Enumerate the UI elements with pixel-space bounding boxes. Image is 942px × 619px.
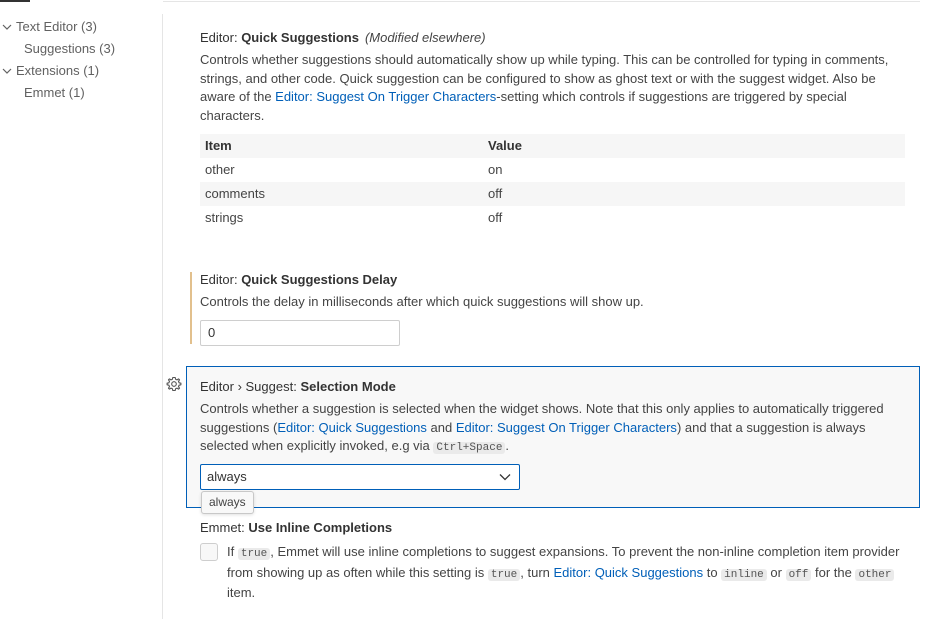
setting-description: If true, Emmet will use inline completio… <box>227 543 907 603</box>
setting-key: Quick Suggestions <box>241 30 359 45</box>
modified-elsewhere-indicator[interactable]: (Modified elsewhere) <box>365 30 486 45</box>
table-row[interactable]: other on <box>200 158 905 182</box>
table-header-item: Item <box>205 138 232 153</box>
setting-title: Editor: Quick Suggestions Delay <box>200 272 397 287</box>
inline-code: true <box>487 568 521 581</box>
inline-code: true <box>237 548 271 560</box>
table-cell-value: off <box>488 186 503 201</box>
toc-item-emmet[interactable]: Emmet (1) <box>24 83 154 103</box>
toc-item-text-editor[interactable]: Text Editor (3) <box>0 17 150 37</box>
quick-suggestions-table: Item Value other on comments off strings… <box>200 134 905 230</box>
link-quick-suggestions[interactable]: Editor: Quick Suggestions <box>277 420 427 435</box>
setting-title: Emmet: Use Inline Completions <box>200 520 392 535</box>
setting-key: Use Inline Completions <box>248 520 393 535</box>
setting-quick-suggestions: Editor: Quick Suggestions (Modified elsew… <box>186 20 920 250</box>
table-cell-value: off <box>488 210 503 225</box>
desc-text: to <box>703 564 722 580</box>
toc-divider <box>162 14 163 619</box>
desc-text: , turn <box>520 564 554 580</box>
use-inline-completions-checkbox[interactable] <box>200 543 218 561</box>
keybinding-code: Ctrl+Space <box>433 442 506 454</box>
selection-mode-dropdown[interactable]: always <box>200 464 520 490</box>
setting-description: Controls whether suggestions should auto… <box>200 51 900 125</box>
table-cell-item: other <box>205 162 235 177</box>
link-suggest-on-trigger-characters[interactable]: Editor: Suggest On Trigger Characters <box>456 420 677 435</box>
setting-category: Editor: <box>200 272 242 287</box>
desc-text: . <box>505 438 510 453</box>
toc-item-extensions[interactable]: Extensions (1) <box>0 61 150 81</box>
gear-icon[interactable] <box>166 376 182 392</box>
desc-text: If <box>227 544 238 559</box>
table-row[interactable]: strings off <box>200 206 905 230</box>
toc-item-label: Suggestions (3) <box>24 41 116 56</box>
active-tab-indicator <box>0 0 30 2</box>
quick-suggestions-delay-input[interactable]: 0 <box>200 320 400 346</box>
toc-item-label: Emmet (1) <box>24 85 85 100</box>
desc-text: item. <box>227 585 256 600</box>
header-divider <box>163 1 920 2</box>
setting-key: Selection Mode <box>300 379 396 394</box>
table-header-value: Value <box>488 138 522 153</box>
chevron-down-icon <box>499 474 511 481</box>
desc-text: for the <box>811 564 856 580</box>
settings-editor: Text Editor (3) Suggestions (3) Extensio… <box>0 0 942 619</box>
inline-code: inline <box>721 568 767 581</box>
link-quick-suggestions[interactable]: Editor: Quick Suggestions <box>554 565 704 580</box>
toc-item-suggestions[interactable]: Suggestions (3) <box>24 39 154 59</box>
dropdown-value: always <box>207 469 247 484</box>
setting-title: Editor: Quick Suggestions (Modified elsew… <box>200 30 486 45</box>
chevron-down-icon <box>2 24 12 30</box>
inline-code: off <box>785 568 812 581</box>
setting-category: Emmet: <box>200 520 249 535</box>
desc-text: or <box>766 564 786 580</box>
table-row[interactable]: comments off <box>200 182 905 206</box>
setting-title: Editor › Suggest: Selection Mode <box>200 379 396 394</box>
setting-category: Editor › Suggest: <box>200 379 301 394</box>
setting-description: Controls whether a suggestion is selecte… <box>200 400 905 458</box>
table-cell-value: on <box>488 162 503 177</box>
setting-emmet-inline-completions: Emmet: Use Inline Completions If true, E… <box>186 510 920 610</box>
setting-category: Editor: <box>200 30 242 45</box>
table-cell-item: comments <box>205 186 265 201</box>
toc-item-label: Text Editor (3) <box>16 19 97 34</box>
table-cell-item: strings <box>205 210 244 225</box>
table-header-row: Item Value <box>200 134 905 158</box>
link-suggest-on-trigger-characters[interactable]: Editor: Suggest On Trigger Characters <box>275 89 496 104</box>
setting-description: Controls the delay in milliseconds after… <box>200 294 644 309</box>
desc-text: and <box>426 419 456 435</box>
inline-code: other <box>855 568 895 581</box>
toc-item-label: Extensions (1) <box>16 63 100 78</box>
chevron-down-icon <box>2 68 12 74</box>
setting-key: Quick Suggestions Delay <box>241 272 398 287</box>
